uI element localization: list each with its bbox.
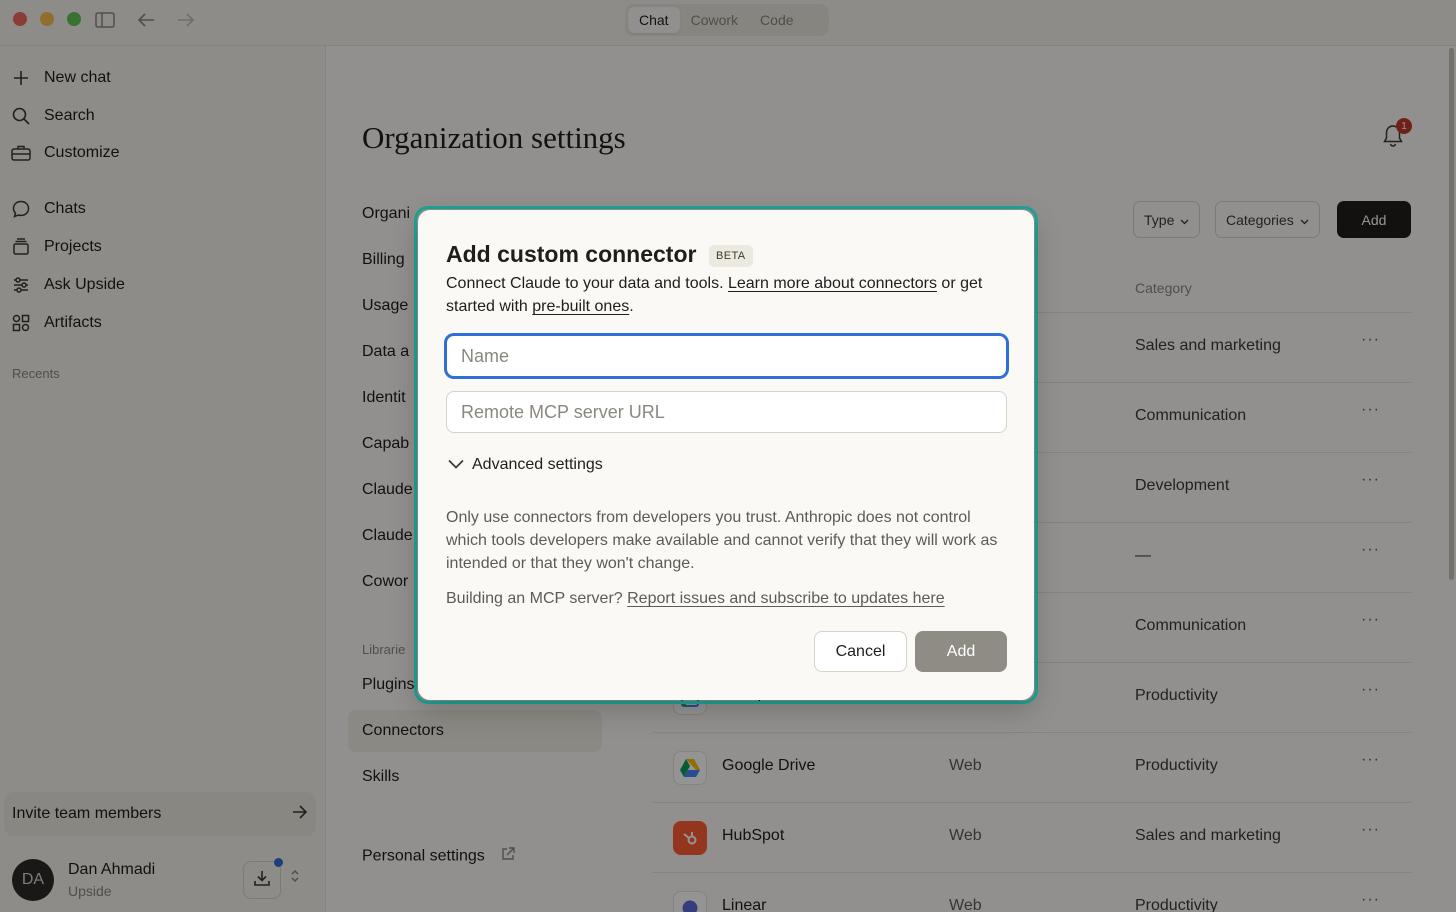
dialog-description: Connect Claude to your data and tools. L…: [446, 272, 1006, 318]
learn-more-link[interactable]: Learn more about connectors: [728, 275, 937, 292]
advanced-settings-toggle[interactable]: Advanced settings: [448, 456, 603, 474]
add-custom-connector-dialog: Add custom connector BETA Connect Claude…: [418, 210, 1034, 700]
beta-badge: BETA: [709, 245, 753, 267]
add-button[interactable]: Add: [915, 631, 1007, 672]
desc-text: Connect Claude to your data and tools.: [446, 275, 728, 292]
mcp-note-text: Building an MCP server?: [446, 590, 628, 607]
pre-built-link[interactable]: pre-built ones: [532, 298, 629, 315]
mcp-server-note: Building an MCP server? Report issues an…: [446, 590, 945, 608]
chevron-down-icon: [448, 456, 464, 474]
remote-mcp-url-input[interactable]: [446, 391, 1007, 433]
name-input[interactable]: [446, 335, 1007, 377]
trust-warning: Only use connectors from developers you …: [446, 509, 998, 572]
advanced-settings-label: Advanced settings: [472, 456, 603, 473]
report-issues-link[interactable]: Report issues and subscribe to updates h…: [627, 590, 945, 607]
dialog-title: Add custom connector: [446, 241, 697, 267]
desc-text: .: [629, 298, 634, 315]
cancel-button[interactable]: Cancel: [814, 631, 907, 672]
